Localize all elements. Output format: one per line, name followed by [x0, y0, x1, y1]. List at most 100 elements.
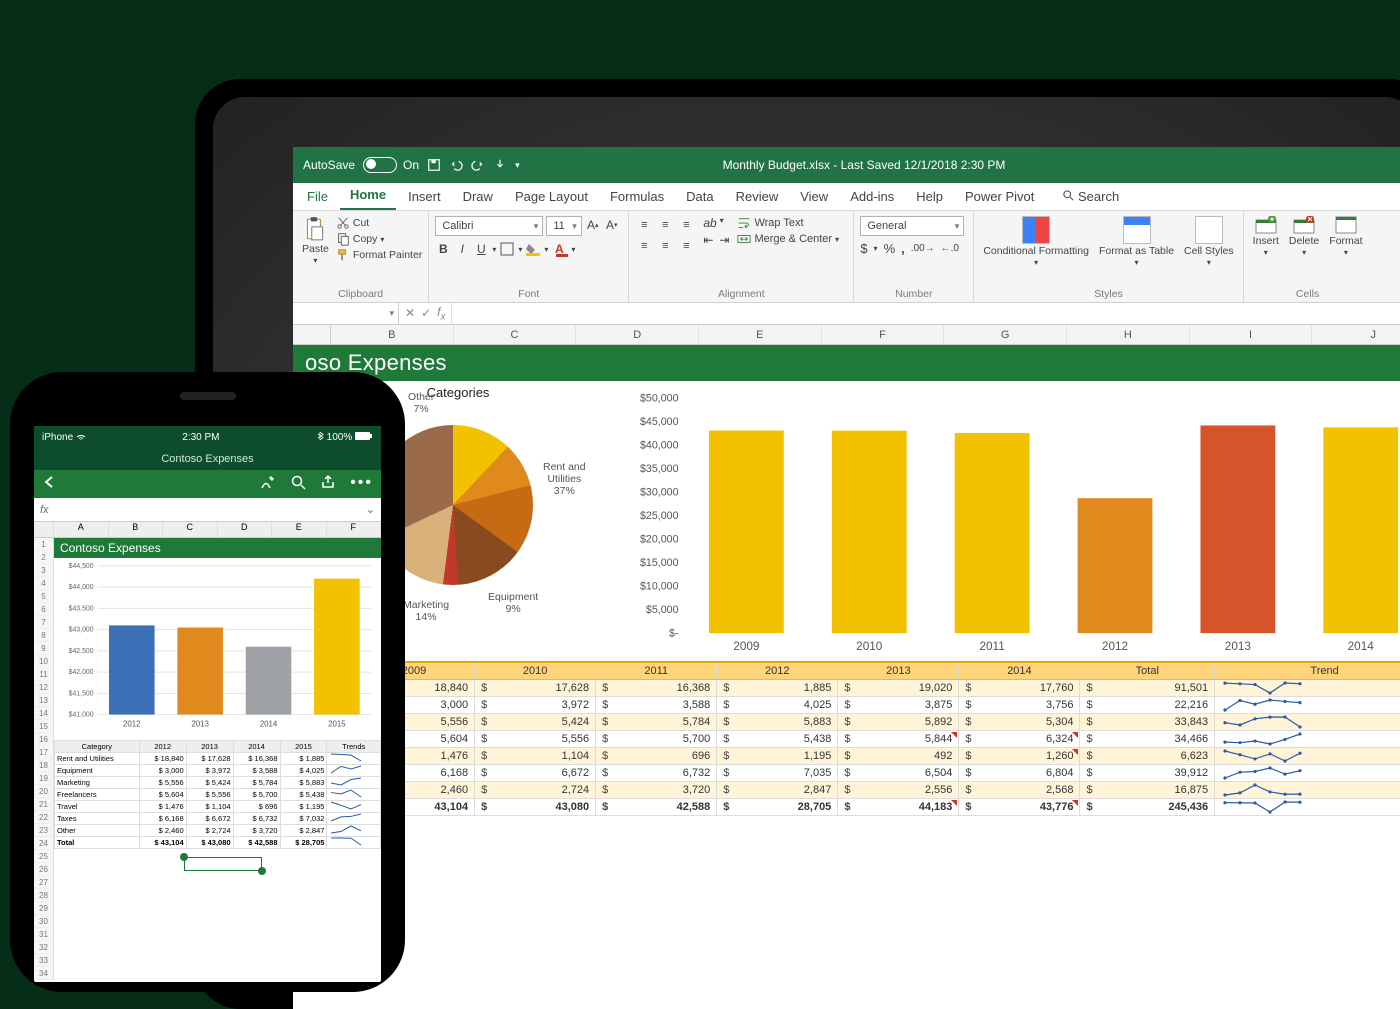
select-all-corner[interactable] [293, 325, 331, 344]
phone-row-headers[interactable]: 1234567891011121314151617181920212223242… [34, 538, 54, 980]
paste-button[interactable]: Paste▾ [299, 216, 332, 265]
phone-toolbar: ••• [34, 470, 381, 498]
ribbon-group-alignment: ≡≡≡≡≡≡ ab▾ ⇤ ⇥ Wrap Text Merge & C [629, 211, 854, 302]
save-icon[interactable] [427, 158, 441, 172]
increase-decimal-button[interactable]: .00→ [911, 243, 935, 254]
data-table[interactable]: 200920102011201220132014TotalTrendUtilit… [293, 661, 1400, 816]
decrease-indent-button[interactable]: ⇤ [703, 233, 713, 247]
format-painter-button[interactable]: Format Painter [336, 248, 422, 262]
border-button[interactable] [499, 240, 515, 258]
fx-icon[interactable]: fx [437, 305, 445, 322]
increase-indent-button[interactable]: ⇥ [719, 233, 729, 247]
col-G[interactable]: G [944, 325, 1067, 344]
format-cells-button[interactable]: Format▾ [1326, 216, 1365, 257]
title-bar: AutoSave On ▾ Monthly Budget.xlsx - Last… [293, 147, 1400, 183]
enter-formula-icon[interactable]: ✓ [421, 306, 431, 320]
phone-column-headers[interactable]: A B C D E F [34, 522, 381, 538]
phone-back-icon[interactable] [42, 475, 56, 494]
cell-styles-button[interactable]: Cell Styles▾ [1181, 216, 1237, 267]
font-size-dropdown[interactable]: 11 [546, 216, 581, 236]
svg-text:$50,000: $50,000 [640, 392, 679, 404]
comma-button[interactable]: , [901, 241, 905, 256]
cut-button[interactable]: Cut [336, 216, 422, 230]
tab-insert[interactable]: Insert [398, 185, 451, 210]
cancel-formula-icon[interactable]: ✕ [405, 306, 415, 320]
tab-home[interactable]: Home [340, 183, 396, 210]
undo-icon[interactable] [449, 158, 463, 172]
percent-button[interactable]: % [884, 241, 896, 256]
touch-mode-icon[interactable] [493, 158, 507, 172]
tab-power-pivot[interactable]: Power Pivot [955, 185, 1044, 210]
tab-addins[interactable]: Add-ins [840, 185, 904, 210]
wrap-text-button[interactable]: Wrap Text [737, 216, 839, 230]
svg-text:$15,000: $15,000 [640, 557, 679, 569]
phone-formula-bar[interactable]: fx ⌄ [34, 498, 381, 522]
ribbon: Paste▾ Cut Copy ▾ Format Painter Clipboa… [293, 211, 1400, 303]
tab-draw[interactable]: Draw [453, 185, 503, 210]
number-format-dropdown[interactable]: General [860, 216, 964, 236]
col-H[interactable]: H [1067, 325, 1190, 344]
name-box[interactable] [293, 303, 399, 324]
redo-icon[interactable] [471, 158, 485, 172]
col-C[interactable]: C [454, 325, 577, 344]
alignment-grid[interactable]: ≡≡≡≡≡≡ [635, 216, 695, 255]
tab-file[interactable]: File [297, 185, 338, 210]
tab-view[interactable]: View [790, 185, 838, 210]
phone-bar-chart[interactable]: $41,000$41,500$42,000$42,500$43,000$43,5… [54, 558, 381, 740]
italic-button[interactable]: I [454, 240, 470, 258]
svg-text:$-: $- [669, 627, 679, 639]
col-E[interactable]: E [699, 325, 822, 344]
bar-chart[interactable]: $-$5,000$10,000$15,000$20,000$25,000$30,… [623, 381, 1400, 661]
copy-button[interactable]: Copy ▾ [336, 232, 422, 246]
sheet-title-banner: oso Expenses [293, 345, 1400, 381]
insert-cells-icon [1255, 216, 1277, 234]
underline-button[interactable]: U [473, 240, 489, 258]
phone-expand-icon[interactable]: ⌄ [366, 503, 375, 516]
svg-text:$40,000: $40,000 [640, 439, 679, 451]
decrease┬font-icon[interactable]: A▾ [604, 216, 620, 234]
phone-data-table[interactable]: Category2012201320142015TrendsRent and U… [54, 740, 381, 849]
svg-text:$43,500: $43,500 [69, 605, 94, 612]
tab-formulas[interactable]: Formulas [600, 185, 674, 210]
tab-page-layout[interactable]: Page Layout [505, 185, 598, 210]
scissors-icon [336, 216, 350, 230]
tab-help[interactable]: Help [906, 185, 953, 210]
phone-more-icon[interactable]: ••• [350, 474, 373, 495]
ribbon-group-cells: Insert▾ Delete▾ Format▾ Cells [1244, 211, 1372, 302]
phone-search-icon[interactable] [290, 474, 306, 495]
autosave-toggle[interactable] [363, 157, 397, 173]
delete-cells-button[interactable]: Delete▾ [1286, 216, 1322, 257]
orientation-button[interactable]: ab [703, 216, 716, 230]
phone-sheet[interactable]: 1234567891011121314151617181920212223242… [34, 538, 381, 899]
col-B[interactable]: B [331, 325, 454, 344]
qat-dropdown-icon[interactable]: ▾ [515, 160, 520, 171]
selection-handles[interactable] [184, 857, 262, 871]
tab-review[interactable]: Review [726, 185, 789, 210]
column-headers[interactable]: B C D E F G H I J [293, 325, 1400, 345]
phone-draw-icon[interactable] [260, 474, 276, 495]
bold-button[interactable]: B [435, 240, 451, 258]
phone-share-icon[interactable] [320, 474, 336, 495]
col-I[interactable]: I [1190, 325, 1313, 344]
font-name-dropdown[interactable]: Calibri [435, 216, 543, 236]
insert-cells-button[interactable]: Insert▾ [1250, 216, 1282, 257]
increase-font-icon[interactable]: A▴ [585, 216, 601, 234]
svg-text:2011: 2011 [979, 640, 1004, 653]
svg-text:$25,000: $25,000 [640, 510, 679, 522]
svg-text:$42,500: $42,500 [69, 648, 94, 655]
search-box[interactable]: Search [1052, 185, 1129, 210]
col-J[interactable]: J [1312, 325, 1400, 344]
worksheet[interactable]: oso Expenses Categories Rent andUtilitie… [293, 345, 1400, 945]
fill-color-button[interactable] [525, 240, 541, 258]
merge-center-button[interactable]: Merge & Center ▾ [737, 232, 839, 246]
format-cells-icon [1335, 216, 1357, 234]
format-as-table-button[interactable]: Format as Table▾ [1096, 216, 1177, 267]
col-D[interactable]: D [576, 325, 699, 344]
accounting-button[interactable]: $ [860, 241, 867, 256]
decrease-decimal-button[interactable]: ←.0 [941, 243, 959, 254]
formula-bar[interactable] [451, 303, 1400, 324]
tab-data[interactable]: Data [676, 185, 723, 210]
phone-time: 2:30 PM [182, 432, 219, 443]
conditional-formatting-button[interactable]: Conditional Formatting▾ [980, 216, 1092, 267]
col-F[interactable]: F [822, 325, 945, 344]
